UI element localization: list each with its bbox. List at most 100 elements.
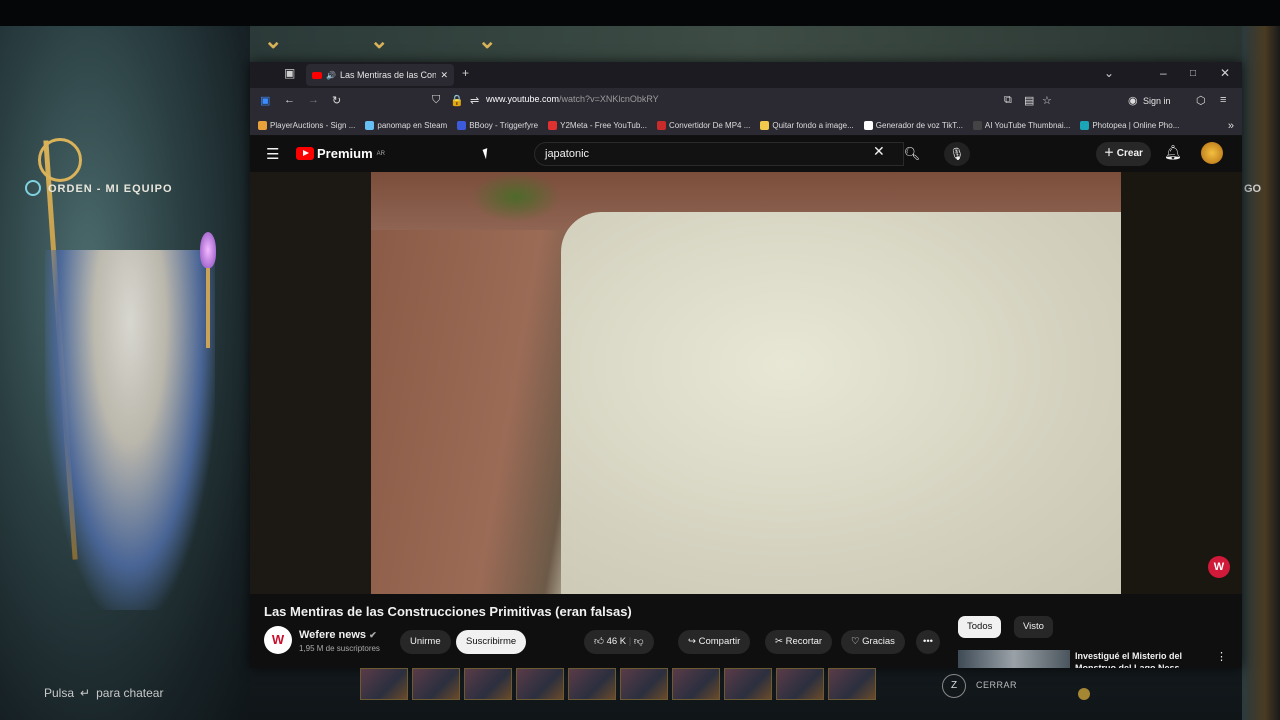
champion-portrait[interactable] xyxy=(464,668,512,700)
player-letterbox-left xyxy=(250,172,371,594)
champion-bar xyxy=(360,668,916,700)
bookmark-favicon-icon xyxy=(863,121,873,130)
lamp-pole xyxy=(206,268,210,348)
bookmark-favicon-icon xyxy=(548,121,558,130)
create-button[interactable]: ＋ Crear xyxy=(1096,142,1151,166)
new-tab-icon[interactable]: + xyxy=(462,66,469,80)
close-window-icon[interactable]: ✕ xyxy=(1220,66,1230,80)
youtube-favicon-icon xyxy=(312,71,322,79)
reader-view-icon[interactable]: ▤ xyxy=(1024,94,1034,107)
champion-portrait[interactable] xyxy=(516,668,564,700)
clip-button[interactable]: ✂ Recortar xyxy=(765,630,833,654)
search-input[interactable]: japatonic xyxy=(534,142,904,166)
gold-orb xyxy=(1078,688,1090,700)
sidebar-icon[interactable]: ▣ xyxy=(260,94,270,107)
channel-watermark[interactable]: W xyxy=(1208,556,1230,578)
video-frame[interactable] xyxy=(371,172,1121,594)
share-button[interactable]: ↪ Compartir xyxy=(678,630,751,654)
lock-icon[interactable]: 🔒 xyxy=(450,94,464,107)
notifications-bell-icon[interactable]: 🔔︎ xyxy=(1164,144,1182,161)
bookmarks-overflow-icon[interactable]: » xyxy=(1228,120,1234,132)
minimize-icon[interactable]: – xyxy=(1160,66,1167,80)
tab-title: Las Mentiras de las Constr... xyxy=(339,70,437,80)
youtube-logo[interactable]: Premium AR xyxy=(296,146,385,161)
champion-portrait[interactable] xyxy=(360,668,408,700)
url-bar[interactable]: www.youtube.com/watch?v=XNKlcnObkRY xyxy=(486,94,659,104)
heart-dollar-icon: ♡ xyxy=(851,636,860,647)
channel-avatar[interactable]: W xyxy=(264,626,292,654)
champion-portrait[interactable] xyxy=(620,668,668,700)
recommended-thumbnail[interactable] xyxy=(958,650,1070,668)
video-water xyxy=(561,212,1121,594)
champion-portrait[interactable] xyxy=(828,668,876,700)
champion-portrait[interactable] xyxy=(724,668,772,700)
chevron-down-icon: ⌄ xyxy=(478,28,497,53)
bookmark-item[interactable]: panomap en Steam xyxy=(365,121,447,130)
tab-list-icon[interactable]: ⌄ xyxy=(1104,66,1114,80)
back-icon[interactable]: ← xyxy=(284,94,295,106)
app-menu-icon[interactable]: ≡ xyxy=(1220,94,1226,106)
subscriber-count: 1,95 M de suscriptores xyxy=(299,644,380,653)
bookmark-item[interactable]: AI YouTube Thumbnai... xyxy=(972,121,1070,130)
bookmark-star-icon[interactable]: ☆ xyxy=(1042,94,1052,107)
bookmark-item[interactable]: BBooy - Triggerfyre xyxy=(457,121,538,130)
signin-button[interactable]: Sign in xyxy=(1143,96,1171,106)
share-icon: ↪ xyxy=(688,636,696,647)
like-button[interactable]: 👍︎ 46 K | 👎︎ xyxy=(584,630,654,654)
bookmark-item[interactable]: Convertidor De MP4 ... xyxy=(657,121,750,130)
chip-all[interactable]: Todos xyxy=(958,616,1002,638)
champion-portrait[interactable] xyxy=(412,668,460,700)
maximize-icon[interactable]: □ xyxy=(1190,68,1196,79)
hamburger-menu-icon[interactable]: ☰ xyxy=(266,145,279,163)
account-icon[interactable]: ◉ xyxy=(1128,94,1138,107)
verified-icon: ✔ xyxy=(369,630,377,640)
close-label[interactable]: CERRAR xyxy=(976,680,1017,690)
extensions-icon[interactable]: ⬡ xyxy=(1196,94,1206,107)
bookmark-favicon-icon xyxy=(972,121,982,130)
thumbs-up-icon: 👍︎ xyxy=(594,636,604,647)
search-icon[interactable]: 🔍︎ xyxy=(900,142,924,166)
champion-portrait[interactable] xyxy=(568,668,616,700)
video-player[interactable]: W xyxy=(250,172,1242,594)
thanks-button[interactable]: ♡ Gracias xyxy=(841,630,905,654)
staff-ornament xyxy=(38,138,82,182)
champion-portrait[interactable] xyxy=(776,668,824,700)
chip-watched[interactable]: Visto xyxy=(1014,616,1053,638)
bookmark-item[interactable]: Generador de voz TikT... xyxy=(863,121,963,130)
bookmark-favicon-icon xyxy=(760,121,770,130)
bookmark-item[interactable]: Y2Meta - Free YouTub... xyxy=(548,121,647,130)
bookmark-favicon-icon xyxy=(457,121,467,130)
more-actions-button[interactable]: ••• xyxy=(916,630,940,654)
recommended-title[interactable]: Investigué el Misterio del Monstruo del … xyxy=(1075,650,1195,668)
thumbs-down-icon[interactable]: 👎︎ xyxy=(634,636,644,647)
top-black-bar xyxy=(0,0,1280,26)
bookmark-item[interactable]: PlayerAuctions - Sign ... xyxy=(258,121,355,130)
bookmark-item[interactable]: Photopea | Online Pho... xyxy=(1080,121,1179,130)
reload-icon[interactable]: ↻ xyxy=(332,94,341,107)
close-tab-icon[interactable]: ✕ xyxy=(440,70,448,81)
picture-in-picture-icon[interactable]: ⧉ xyxy=(1004,94,1012,107)
scissors-icon: ✂ xyxy=(775,636,783,647)
kebab-menu-icon[interactable]: ⋮ xyxy=(1216,650,1227,663)
subscribe-button[interactable]: Suscribirme xyxy=(456,630,527,654)
join-button[interactable]: Unirme xyxy=(400,630,451,654)
chevron-down-icon: ⌄ xyxy=(370,28,389,53)
speaker-icon[interactable]: 🔊 xyxy=(326,71,336,80)
bookmarks-bar: PlayerAuctions - Sign ... panomap en Ste… xyxy=(250,116,1242,136)
microphone-icon[interactable]: 🎙︎ xyxy=(944,142,970,166)
close-key-badge[interactable]: Z xyxy=(942,674,966,698)
video-grass xyxy=(471,172,561,222)
avatar[interactable] xyxy=(1201,142,1223,164)
clear-search-icon[interactable]: ✕ xyxy=(873,143,885,160)
bookmark-favicon-icon xyxy=(258,121,267,130)
tab-groups-icon[interactable]: ▣ xyxy=(284,66,295,80)
forward-icon[interactable]: → xyxy=(308,94,319,106)
channel-name[interactable]: Wefere news ✔ xyxy=(299,629,377,641)
champion-portrait[interactable] xyxy=(672,668,720,700)
chevron-down-icon: ⌄ xyxy=(264,28,283,53)
shield-icon[interactable]: ⛉ xyxy=(432,94,440,107)
tab-youtube[interactable]: 🔊 Las Mentiras de las Constr... ✕ xyxy=(306,64,454,86)
desktop-screen: ⌄ ⌄ ⌄ ORDEN - MI EQUIPO GO ▣ 🔊 Las Menti… xyxy=(0,0,1280,720)
bookmark-item[interactable]: Quitar fondo a image... xyxy=(760,121,854,130)
permissions-icon[interactable]: ⇌ xyxy=(470,94,479,107)
